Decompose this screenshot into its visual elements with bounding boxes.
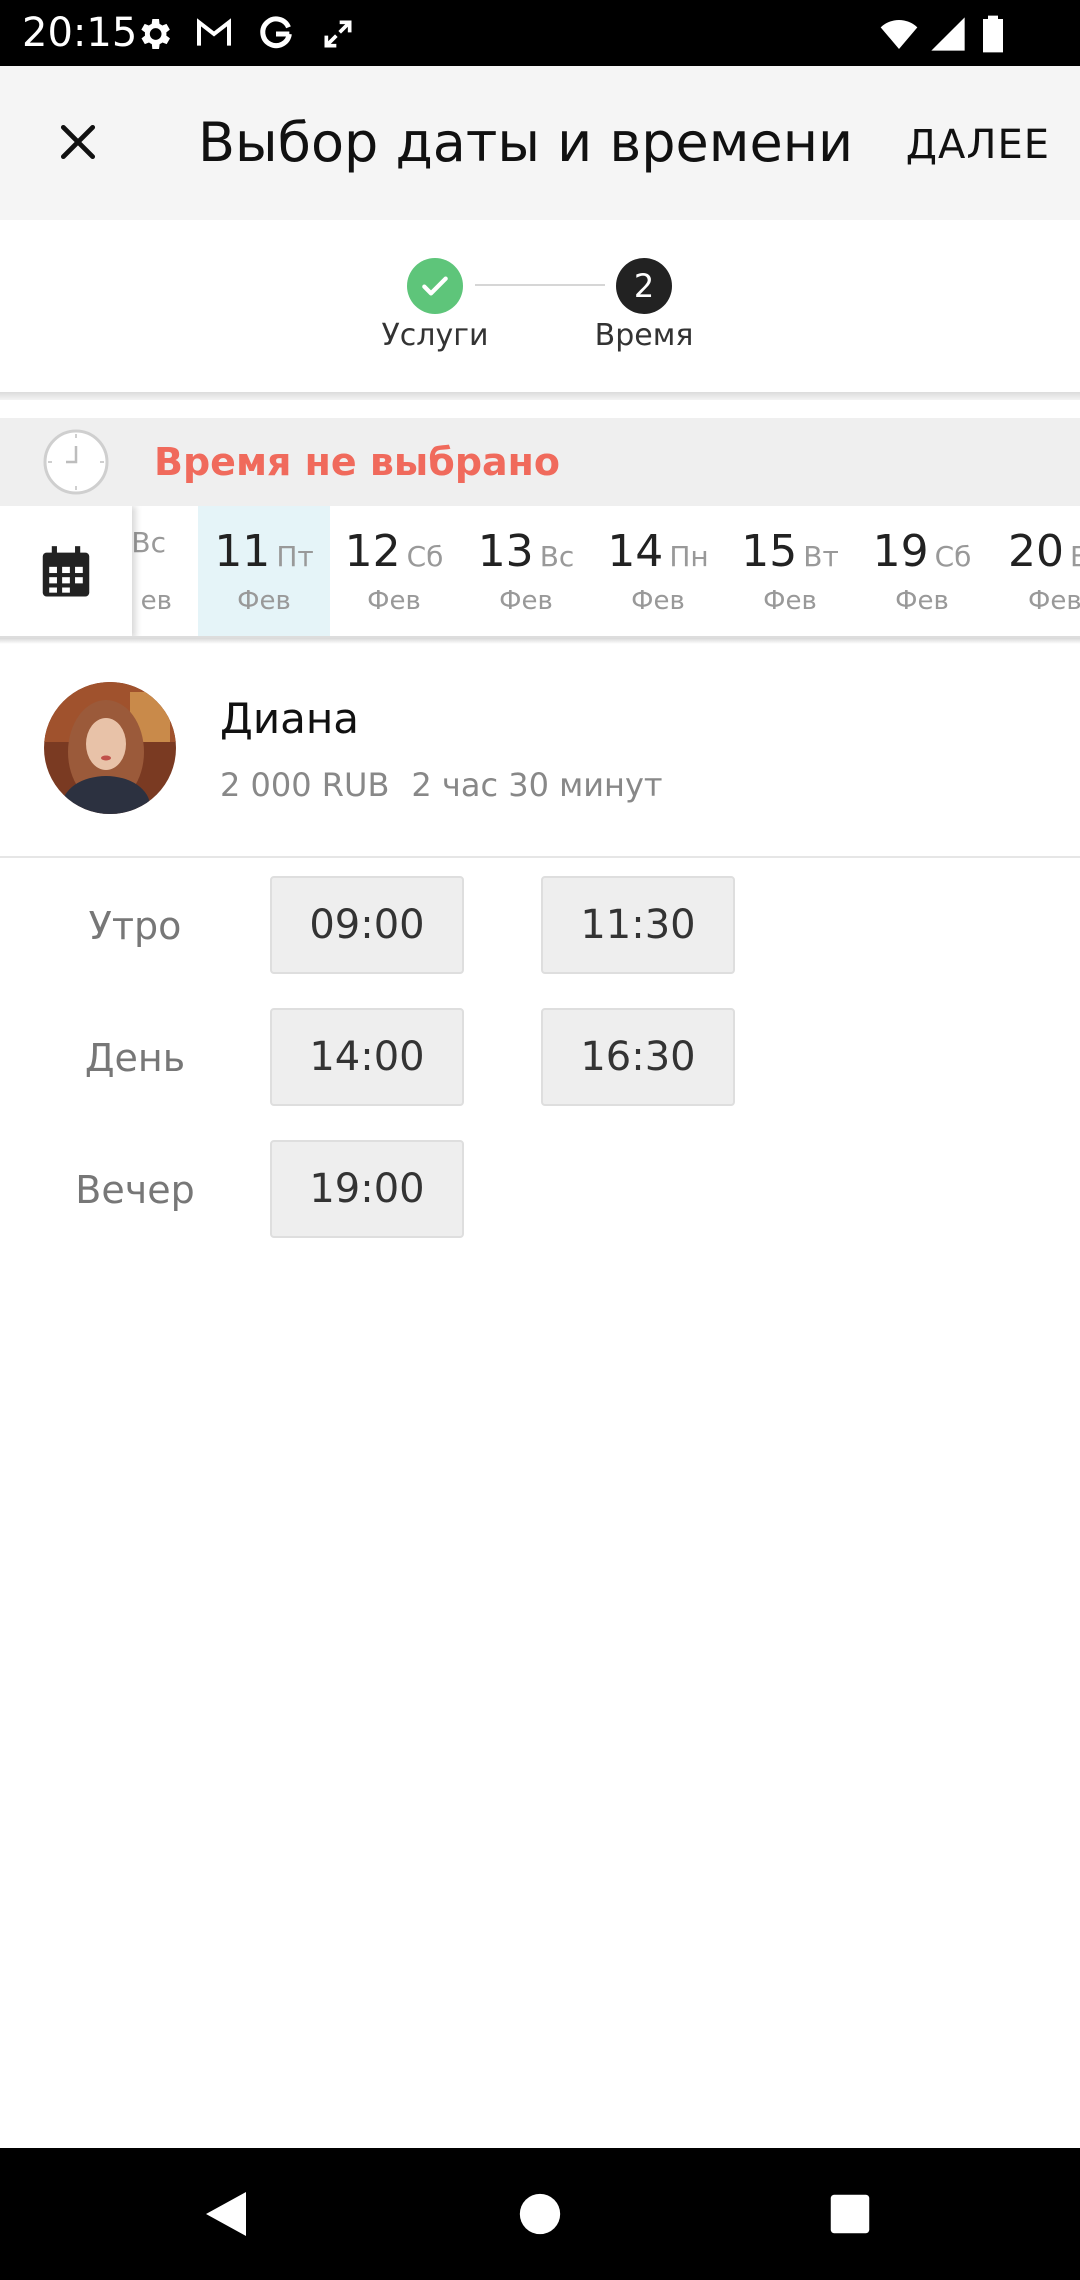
back-icon <box>206 2192 246 2236</box>
step-connector <box>475 284 605 286</box>
date-day-of-week: Сб <box>406 540 444 573</box>
step-services-check <box>407 258 463 314</box>
master-name: Диана <box>220 694 360 743</box>
google-icon <box>260 16 292 49</box>
date-day: 15 <box>741 526 798 577</box>
calendar-button[interactable] <box>0 506 132 636</box>
service-duration: 2 час 30 минут <box>411 766 663 804</box>
time-slot[interactable]: 16:30 <box>541 1008 735 1106</box>
time-slot[interactable]: 11:30 <box>541 876 735 974</box>
recents-icon <box>830 2194 870 2234</box>
avatar <box>44 682 176 814</box>
date-month: Фев <box>499 586 553 616</box>
system-nav-bar <box>0 2148 1080 2280</box>
period-label-day: День <box>84 1036 186 1080</box>
date-day-of-week: Вт <box>803 540 839 573</box>
date-day-of-week: Пт <box>276 540 314 573</box>
date-month: Фев <box>895 586 949 616</box>
calendar-icon <box>42 546 90 597</box>
stepper: Услуги 2 Время <box>0 220 1080 396</box>
date-month: Фев <box>631 586 685 616</box>
date-day: 12 <box>344 526 401 577</box>
date-day: 20 <box>1008 526 1064 577</box>
close-button[interactable] <box>40 104 116 180</box>
battery-icon <box>983 15 1003 53</box>
date-item[interactable]: 15 Вт Фев <box>724 506 856 636</box>
date-month: Фев <box>237 586 291 616</box>
date-day: 14 <box>607 526 664 577</box>
date-day-of-week: Вс <box>539 540 575 573</box>
service-price: 2 000 RUB <box>220 766 390 804</box>
step-time-label[interactable]: Время <box>544 318 744 353</box>
expand-icon <box>324 20 352 48</box>
time-not-selected-text: Время не выбрано <box>154 440 561 484</box>
date-day: 11 <box>214 526 271 577</box>
check-icon <box>422 276 448 296</box>
settings-icon <box>141 19 170 49</box>
period-label-morning: Утро <box>88 904 182 948</box>
status-bar: 20:15 <box>0 0 1080 66</box>
gmail-icon <box>197 18 231 46</box>
close-icon <box>60 124 96 160</box>
divider <box>0 392 1080 400</box>
step-time-number: 2 <box>616 258 672 314</box>
date-month: Фев <box>763 586 817 616</box>
period-label-evening: Вечер <box>75 1168 195 1212</box>
date-item[interactable]: 12 Сб Фев <box>328 506 460 636</box>
time-slot[interactable]: 14:00 <box>270 1008 464 1106</box>
time-slot[interactable]: 09:00 <box>270 876 464 974</box>
date-item-selected[interactable]: 11 Пт Фев <box>198 506 330 636</box>
date-day: 13 <box>477 526 534 577</box>
date-item[interactable]: 20В Фев <box>988 506 1080 636</box>
app-bar: Выбор даты и времени ДАЛЕЕ <box>0 66 1080 220</box>
date-month: Фев <box>1028 586 1080 616</box>
master-card[interactable]: Диана 2 000 RUB 2 час 30 минут <box>0 644 1080 858</box>
date-day-of-week: Вс <box>131 526 166 559</box>
clock-icon <box>43 429 109 495</box>
home-button[interactable] <box>510 2184 570 2244</box>
avatar-photo <box>44 682 176 814</box>
time-slot[interactable]: 19:00 <box>270 1140 464 1238</box>
wifi-icon <box>880 20 918 49</box>
date-strip[interactable]: Вс ев 11 Пт Фев 12 Сб Фев 13 Вс Фев 14 Пн Фе… <box>0 506 1080 638</box>
date-day-of-week: В <box>1070 540 1080 573</box>
date-item[interactable]: 13 Вс Фев <box>460 506 592 636</box>
page-title: Выбор даты и времени <box>198 111 854 174</box>
date-day-of-week: Сб <box>934 540 972 573</box>
step-services-label[interactable]: Услуги <box>335 318 535 353</box>
date-month: Фев <box>367 586 421 616</box>
status-time: 20:15 <box>22 10 138 56</box>
time-status-bar: Время не выбрано <box>0 418 1080 506</box>
master-meta: 2 000 RUB 2 час 30 минут <box>220 766 663 804</box>
next-button[interactable]: ДАЛЕЕ <box>906 120 1050 170</box>
signal-icon <box>931 17 965 51</box>
date-item[interactable]: 14 Пн Фев <box>592 506 724 636</box>
date-day: 19 <box>872 526 929 577</box>
back-button[interactable] <box>196 2184 256 2244</box>
date-day-of-week: Пн <box>669 540 709 573</box>
home-icon <box>519 2193 561 2235</box>
recents-button[interactable] <box>820 2184 880 2244</box>
date-item[interactable]: 19 Сб Фев <box>856 506 988 636</box>
